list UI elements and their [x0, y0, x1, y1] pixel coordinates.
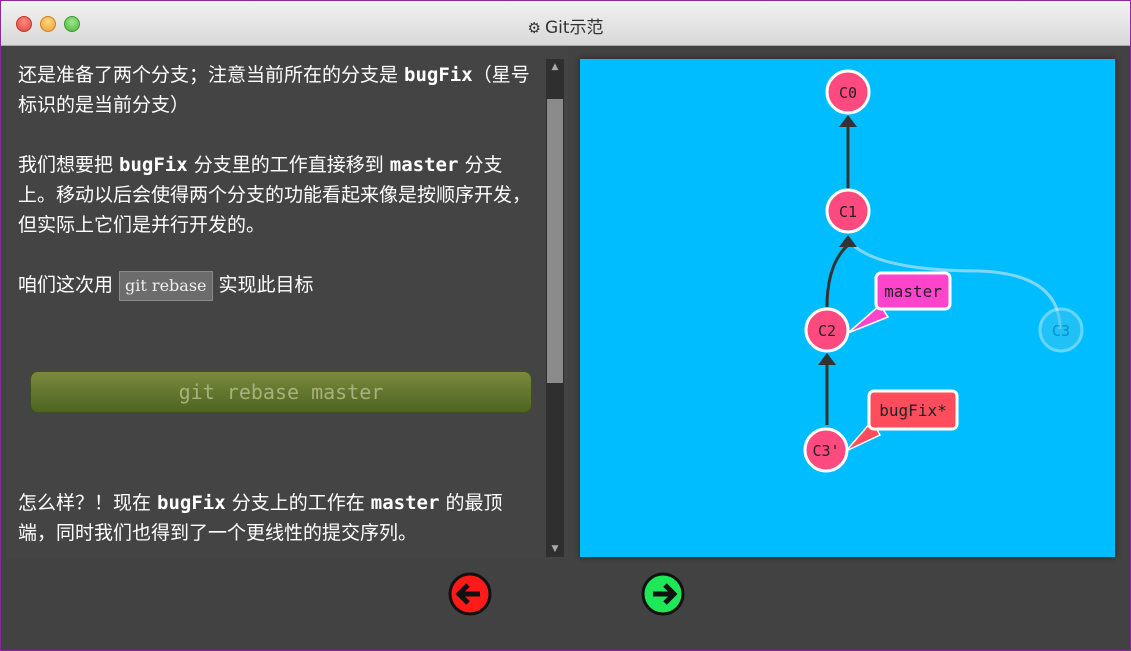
svg-text:C3: C3	[1052, 322, 1070, 340]
gear-icon: ⚙	[527, 19, 541, 37]
edge-c2-c1	[825, 243, 850, 308]
svg-text:bugFix*: bugFix*	[879, 401, 946, 420]
dialog-scrollbar[interactable]: ▲ ▼	[546, 59, 564, 557]
title-bar[interactable]: ⚙ Git示范	[1, 1, 1130, 46]
arrow-head-c1	[839, 235, 857, 247]
arrow-head-c2	[818, 353, 836, 365]
inline-command: git rebase	[119, 271, 213, 301]
paragraph-4: 怎么样？！现在 bugFix 分支上的工作在 master 的最顶端，同时我们也…	[18, 492, 503, 544]
app-window: ⚙ Git示范 还是准备了两个分支；注意当前所在的分支是 bugFix（星号标识的…	[0, 0, 1131, 651]
branch-label-bugfix[interactable]: bugFix*	[845, 389, 959, 452]
svg-text:C2: C2	[818, 322, 836, 340]
paragraph-1: 还是准备了两个分支；注意当前所在的分支是 bugFix（星号标识的是当前分支）	[18, 64, 530, 116]
scroll-down-arrow-icon[interactable]: ▼	[546, 541, 564, 557]
branch-label-master[interactable]: master	[847, 271, 952, 334]
tutorial-dialog: 还是准备了两个分支；注意当前所在的分支是 bugFix（星号标识的是当前分支） …	[6, 46, 568, 559]
paragraph-3: 咱们这次用 git rebase 实现此目标	[18, 270, 538, 301]
commit-c3-faded[interactable]: C3	[1038, 307, 1084, 353]
git-graph: C0 C1 C2 C3 C3' master bugFix*	[803, 69, 1084, 473]
commit-c2[interactable]: C2	[804, 307, 850, 353]
commit-c3-prime[interactable]: C3'	[803, 427, 849, 473]
paragraph-2: 我们想要把 bugFix 分支里的工作直接移到 master 分支上。移动以后会…	[18, 154, 532, 236]
window-title: ⚙ Git示范	[527, 18, 604, 38]
svg-text:C0: C0	[839, 84, 857, 102]
arrow-left-icon[interactable]	[448, 572, 492, 616]
scroll-up-arrow-icon[interactable]: ▲	[546, 59, 564, 75]
tutorial-text: 还是准备了两个分支；注意当前所在的分支是 bugFix（星号标识的是当前分支） …	[18, 60, 538, 301]
commit-c1[interactable]: C1	[825, 188, 871, 234]
svg-text:C3': C3'	[812, 442, 839, 460]
commit-c0[interactable]: C0	[825, 69, 871, 115]
svg-text:master: master	[884, 282, 942, 301]
scrollbar-thumb[interactable]	[547, 99, 563, 383]
arrow-right-icon[interactable]	[641, 572, 685, 616]
git-graph-visualization: C0 C1 C2 C3 C3' master bugFix*	[580, 59, 1115, 557]
svg-text:C1: C1	[839, 203, 857, 221]
arrow-head-c0	[839, 115, 857, 127]
run-command-button[interactable]: git rebase master	[30, 371, 532, 413]
